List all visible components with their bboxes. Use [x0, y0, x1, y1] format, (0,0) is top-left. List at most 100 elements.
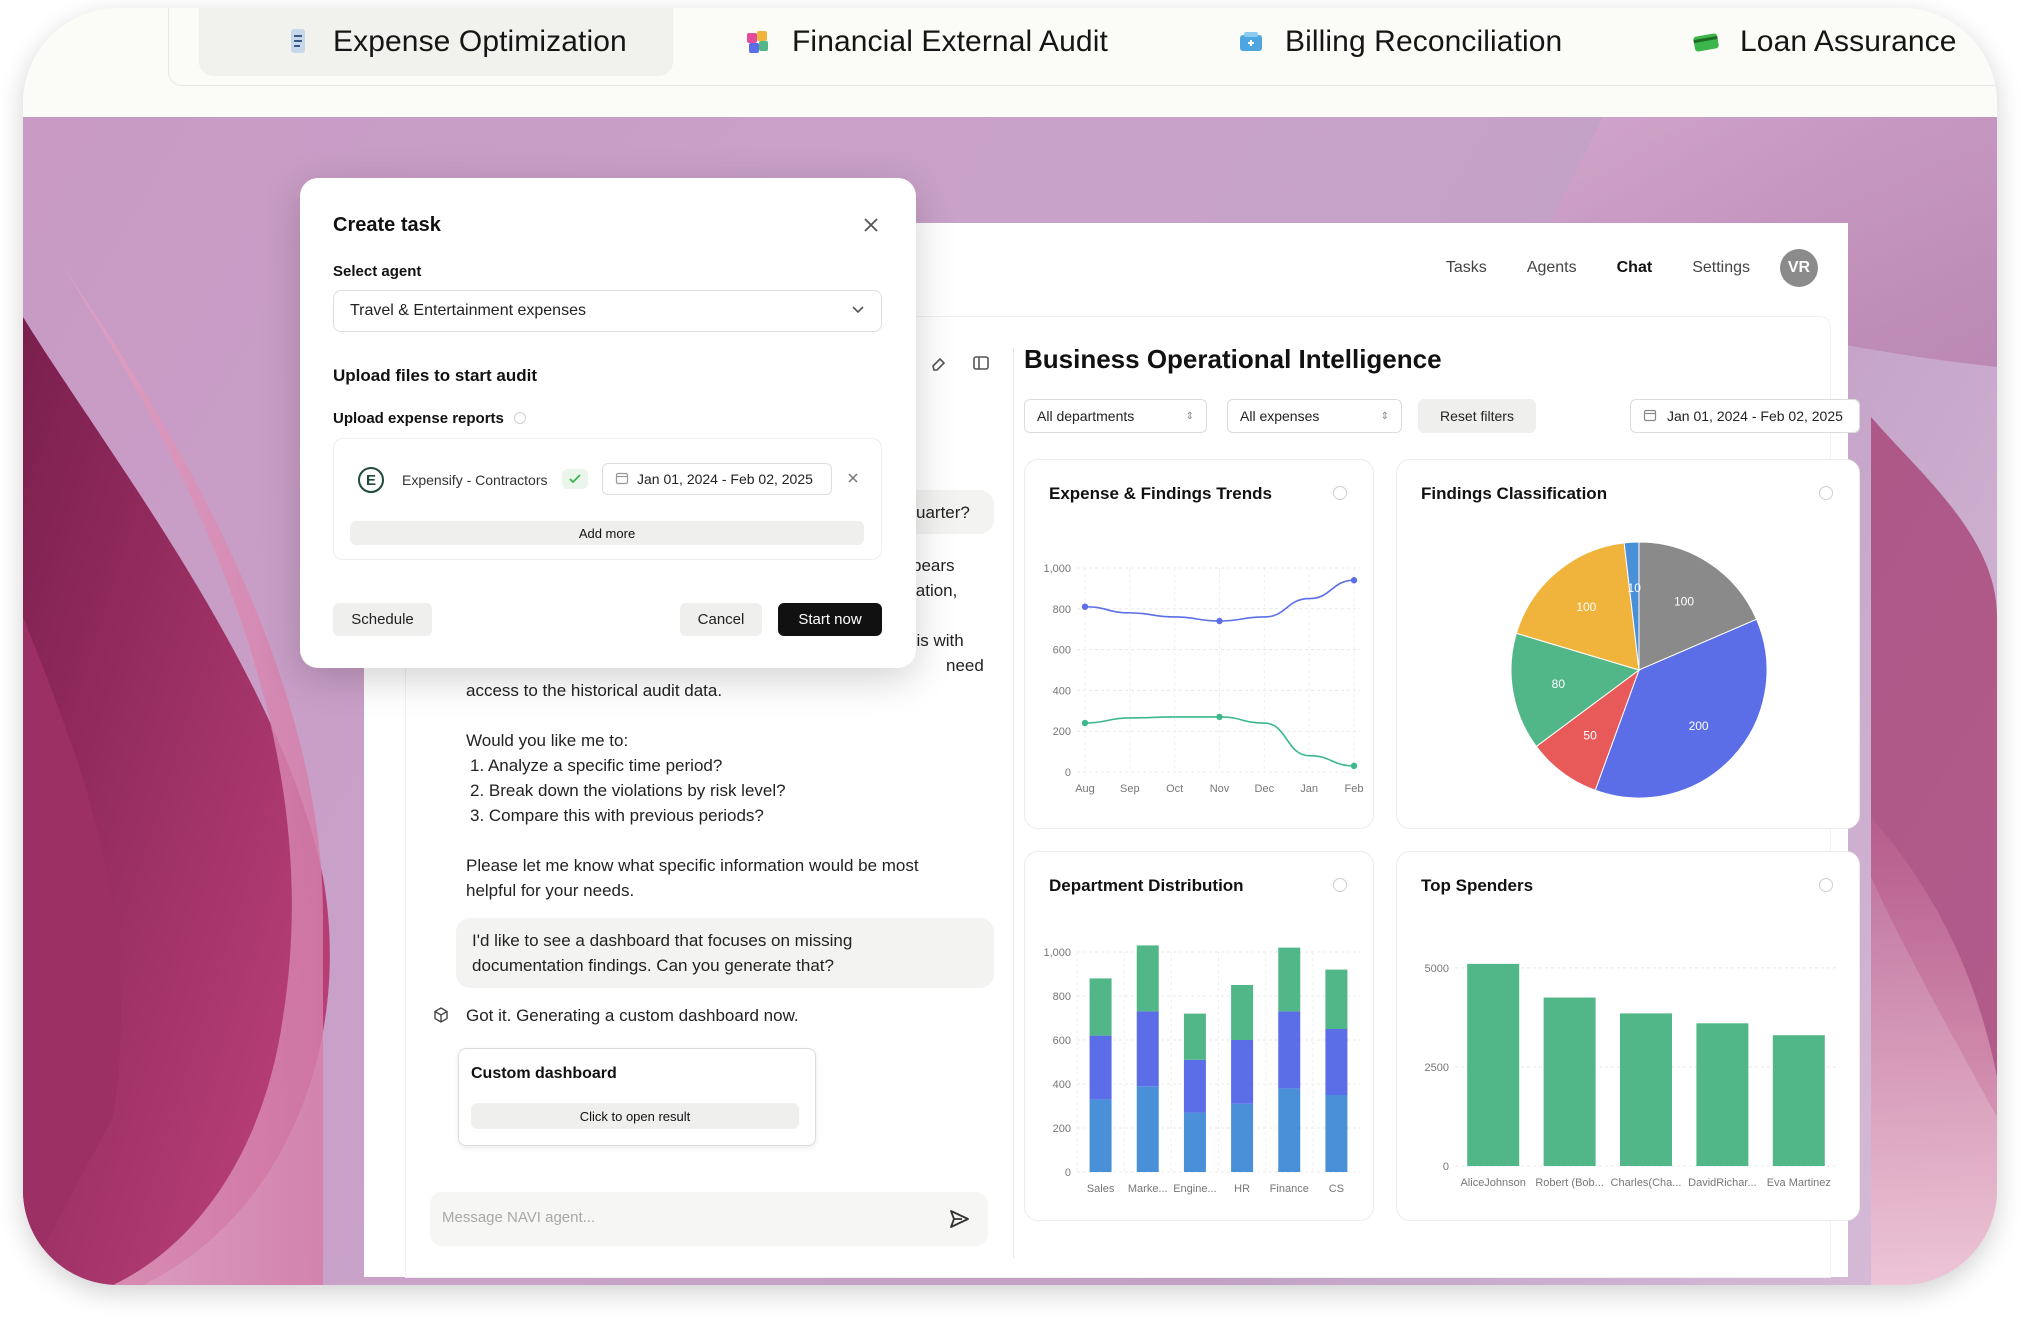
result-card[interactable]: Custom dashboard Click to open result	[458, 1048, 816, 1146]
bar-segment	[1183, 1059, 1206, 1113]
tab-loan-assurance[interactable]: Loan Assurance	[1692, 8, 1957, 76]
x-tick-label: Sep	[1120, 783, 1140, 795]
trends-panel: Expense & Findings Trends 0 200 400 600 800 1…	[1024, 459, 1374, 829]
send-icon[interactable]	[948, 1208, 970, 1230]
reset-filters-button[interactable]: Reset filters	[1418, 399, 1536, 433]
composer-input[interactable]: Message NAVI agent...	[442, 1209, 595, 1226]
y-tick-label: 200	[1053, 726, 1071, 738]
slice-label: 10	[1628, 581, 1642, 595]
nav-tasks[interactable]: Tasks	[1446, 259, 1487, 277]
slice-label: 80	[1552, 677, 1566, 691]
tab-label: Expense Optimization	[333, 25, 627, 58]
agent-select[interactable]: Travel & Entertainment expenses	[333, 290, 882, 332]
bar-segment	[1278, 1088, 1301, 1172]
upload-reports-label: Upload expense reports	[333, 410, 527, 427]
bar-segment	[1325, 1029, 1348, 1095]
message-composer: Message NAVI agent...	[430, 1192, 988, 1246]
data-point	[1350, 577, 1358, 584]
open-result-button[interactable]: Click to open result	[471, 1103, 799, 1129]
tab-bar: Expense Optimization Financial External …	[168, 8, 1997, 86]
card-icon	[1692, 27, 1720, 57]
expense-filter[interactable]: All expenses ⇕	[1227, 399, 1402, 433]
dashboard-title: Business Operational Intelligence	[1024, 344, 1442, 374]
x-tick-label: Nov	[1210, 783, 1230, 795]
close-icon[interactable]	[862, 216, 880, 234]
panel-toggle-icon[interactable]	[972, 354, 990, 372]
upload-heading: Upload files to start audit	[333, 366, 538, 385]
agent-message: Got it. Generating a custom dashboard no…	[466, 1006, 799, 1025]
spenders-panel: Top Spenders 0 2500 5000 AliceJohnson Robert…	[1396, 851, 1860, 1221]
agent-text-fragment: sis with	[908, 631, 964, 650]
x-tick-label: Robert (Bob...	[1535, 1177, 1603, 1189]
bar-segment	[1231, 1040, 1254, 1104]
user-message: I'd like to see a dashboard that focuses…	[456, 918, 994, 988]
slice-label: 50	[1583, 729, 1597, 743]
check-icon	[562, 469, 588, 489]
data-point	[1216, 617, 1223, 625]
add-more-button[interactable]: Add more	[350, 521, 864, 545]
filter-value: All departments	[1037, 408, 1135, 424]
dashboard-pane: Business Operational Intelligence All de…	[1000, 318, 1860, 1278]
x-tick-label: DavidRichar...	[1688, 1177, 1756, 1189]
bar-segment	[1136, 1011, 1159, 1087]
bar-segment	[1325, 1095, 1348, 1172]
bar-segment	[1089, 1099, 1112, 1172]
nav-settings[interactable]: Settings	[1692, 259, 1750, 277]
bar	[1772, 1035, 1825, 1166]
agent-option: 1. Analyze a specific time period?	[470, 756, 723, 775]
start-now-button[interactable]: Start now	[778, 603, 882, 636]
tab-expense-optimization[interactable]: Expense Optimization	[199, 8, 673, 76]
cancel-button[interactable]: Cancel	[680, 603, 762, 636]
y-tick-label: 400	[1053, 685, 1071, 697]
agent-cube-icon	[432, 1006, 450, 1024]
top-tab-strip: Expense Optimization Financial External …	[23, 8, 1997, 117]
y-tick-label: 2500	[1425, 1062, 1449, 1074]
info-icon[interactable]	[514, 412, 527, 424]
bar	[1467, 963, 1520, 1166]
nav-agents[interactable]: Agents	[1527, 259, 1577, 277]
avatar[interactable]: VR	[1780, 249, 1818, 287]
slice-label: 100	[1576, 600, 1596, 614]
agent-option: 3. Compare this with previous periods?	[470, 806, 764, 825]
bar	[1620, 1013, 1672, 1166]
agent-text-fragment: lation,	[912, 581, 958, 600]
select-agent-label: Select agent	[333, 263, 422, 280]
chevron-down-icon	[851, 302, 865, 320]
y-tick-label: 1,000	[1043, 947, 1071, 959]
x-tick-label: Sales	[1087, 1183, 1115, 1195]
y-tick-label: 200	[1053, 1123, 1071, 1135]
y-tick-label: 800	[1053, 991, 1071, 1003]
remove-file-icon[interactable]	[846, 471, 860, 485]
message-text: documentation findings. Can you generate…	[472, 956, 834, 975]
result-title: Custom dashboard	[471, 1065, 617, 1082]
date-range-picker[interactable]: Jan 01, 2024 - Feb 02, 2025	[1630, 399, 1860, 433]
spenders-chart: 0 2500 5000 AliceJohnson Robert (Bob... Charl…	[1425, 963, 1837, 1189]
y-tick-label: 5000	[1425, 963, 1449, 975]
x-tick-label: Finance	[1270, 1183, 1309, 1195]
x-tick-label: Jan	[1300, 783, 1318, 795]
slice-label: 200	[1689, 719, 1709, 733]
date-range-text: Jan 01, 2024 - Feb 02, 2025	[1667, 408, 1843, 424]
box-icon	[1237, 27, 1265, 57]
agent-text-line: Please let me know what specific informa…	[466, 856, 919, 875]
x-tick-label: Engine...	[1173, 1183, 1216, 1195]
department-panel: Department Distribution 0 200 400 600 800 1,0…	[1024, 851, 1374, 1221]
schedule-button[interactable]: Schedule	[333, 603, 432, 636]
agent-text-fragment: pears	[912, 556, 955, 575]
agent-text-line: Would you like me to:	[466, 731, 629, 750]
tab-financial-external-audit[interactable]: Financial External Audit	[744, 8, 1108, 76]
uploaded-files-box: E Expensify - Contractors Jan 01, 2024 -…	[333, 438, 882, 560]
agent-text-fragment: need	[946, 656, 984, 675]
data-point	[1350, 762, 1358, 770]
x-tick-label: Oct	[1166, 783, 1183, 795]
tab-label: Loan Assurance	[1740, 25, 1957, 58]
department-filter[interactable]: All departments ⇕	[1024, 399, 1207, 433]
bar-segment	[1183, 1112, 1206, 1172]
nav-chat[interactable]: Chat	[1617, 259, 1653, 277]
eraser-icon[interactable]	[930, 354, 948, 372]
department-chart: 0 200 400 600 800 1,000 Sales Marke... Engine...…	[1043, 945, 1360, 1195]
file-date-range[interactable]: Jan 01, 2024 - Feb 02, 2025	[602, 463, 832, 495]
bar-segment	[1278, 1011, 1301, 1089]
tab-billing-reconciliation[interactable]: Billing Reconciliation	[1237, 8, 1562, 76]
calendar-icon	[1643, 408, 1657, 425]
